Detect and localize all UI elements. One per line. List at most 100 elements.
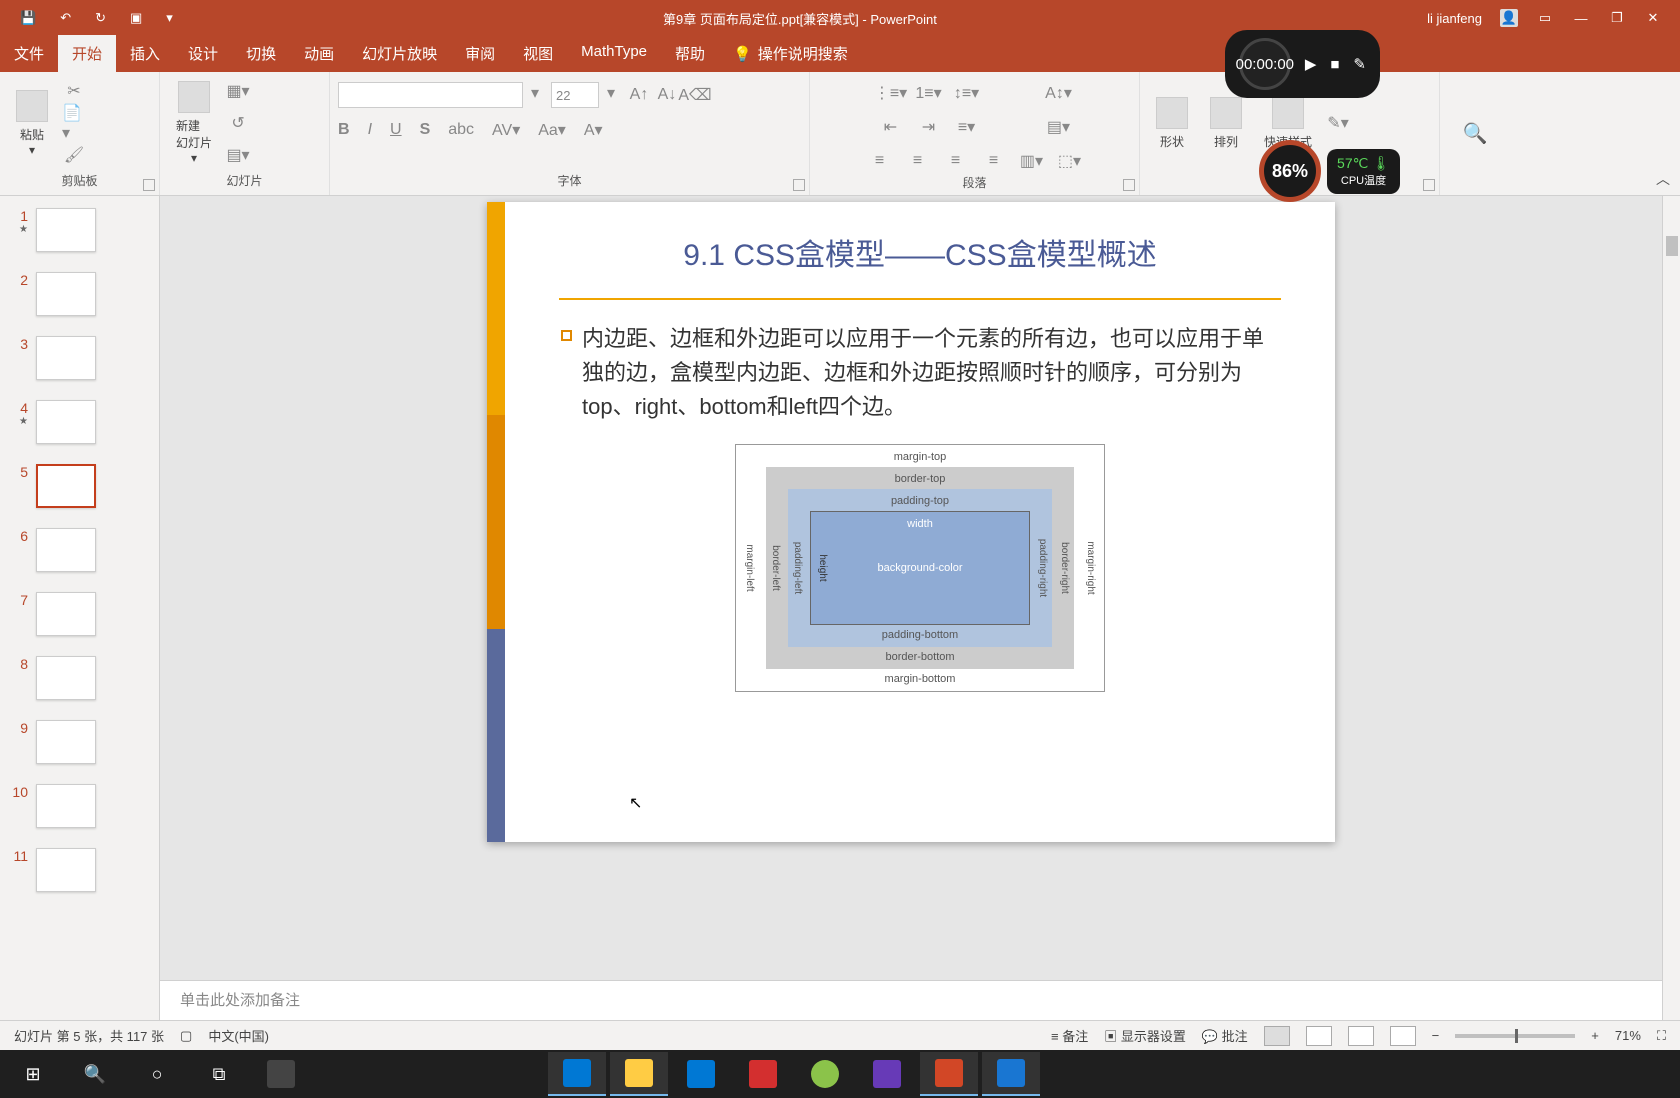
numbering-button[interactable]: 1≡▾ xyxy=(917,82,941,104)
present-from-start-icon[interactable]: ▣ xyxy=(130,10,142,26)
minimize-icon[interactable]: — xyxy=(1572,9,1590,27)
cpu-monitor-widget[interactable]: 86% 57℃ 🌡 CPU温度 xyxy=(1259,140,1400,202)
layout-icon[interactable]: ▦▾ xyxy=(226,80,250,102)
recorder-stop-icon[interactable]: ■ xyxy=(1330,56,1339,73)
search-button[interactable]: 🔍 xyxy=(66,1052,124,1096)
language-indicator[interactable]: 中文(中国) xyxy=(208,1026,269,1045)
save-icon[interactable]: 💾 xyxy=(20,10,36,26)
italic-button[interactable]: I xyxy=(368,121,372,139)
clear-format-icon[interactable]: A⌫ xyxy=(683,84,707,106)
underline-button[interactable]: U xyxy=(390,121,402,139)
slide-canvas[interactable]: 9.1 CSS盒模型——CSS盒模型概述 内边距、边框和外边距可以应用于一个元素… xyxy=(487,202,1335,842)
smartart-button[interactable]: ⬚▾ xyxy=(1058,150,1082,172)
menu-tab-帮助[interactable]: 帮助 xyxy=(661,35,719,72)
zoom-in-button[interactable]: + xyxy=(1591,1028,1599,1043)
zoom-level[interactable]: 71% xyxy=(1615,1028,1641,1043)
shadow-button[interactable]: S xyxy=(420,121,431,139)
section-icon[interactable]: ▤▾ xyxy=(226,144,250,166)
change-case-button[interactable]: Aa▾ xyxy=(538,120,566,140)
fit-to-window-button[interactable]: ⛶ xyxy=(1657,1028,1666,1044)
browser-app-icon[interactable] xyxy=(796,1052,854,1096)
ribbon-display-icon[interactable]: ▭ xyxy=(1536,9,1554,27)
accessibility-icon[interactable]: ▢ xyxy=(180,1028,192,1044)
redo-icon[interactable]: ↻ xyxy=(95,10,106,26)
normal-view-button[interactable] xyxy=(1264,1026,1290,1046)
paragraph-launcher-icon[interactable] xyxy=(1123,179,1135,191)
notes-input[interactable]: 单击此处添加备注 xyxy=(160,980,1662,1020)
arrange-button[interactable]: 排列 xyxy=(1202,93,1250,154)
sorter-view-button[interactable] xyxy=(1306,1026,1332,1046)
vertical-scrollbar[interactable] xyxy=(1662,196,1680,1020)
format-painter-icon[interactable]: 🖌 xyxy=(62,144,86,166)
scrollbar-thumb[interactable] xyxy=(1666,236,1678,256)
menu-tab-切换[interactable]: 切换 xyxy=(232,35,290,72)
box-model-diagram[interactable]: margin-top margin-left margin-right bord… xyxy=(735,444,1105,692)
align-center-button[interactable]: ≡ xyxy=(906,150,930,172)
cut-icon[interactable]: ✂ xyxy=(62,80,86,102)
clipboard-launcher-icon[interactable] xyxy=(143,179,155,191)
screen-recorder-widget[interactable]: 00:00:00 ▶ ■ ✎ xyxy=(1225,30,1380,98)
slide-thumb-1[interactable]: 1★ xyxy=(0,204,159,268)
slide-thumb-5[interactable]: 5 xyxy=(0,460,159,524)
decrease-indent-button[interactable]: ⇤ xyxy=(879,116,903,138)
slide-title[interactable]: 9.1 CSS盒模型——CSS盒模型概述 xyxy=(541,230,1299,288)
recorder-play-icon[interactable]: ▶ xyxy=(1305,55,1317,73)
chevron-down-icon[interactable]: ▾ xyxy=(191,151,197,165)
file-explorer-icon[interactable] xyxy=(610,1052,668,1096)
slide-thumb-7[interactable]: 7 xyxy=(0,588,159,652)
collapse-ribbon-icon[interactable]: ︿ xyxy=(1656,169,1670,189)
slide-counter[interactable]: 幻灯片 第 5 张，共 117 张 xyxy=(14,1026,164,1045)
tell-me-search[interactable]: 💡 操作说明搜索 xyxy=(719,35,862,72)
settings-app-icon[interactable] xyxy=(672,1052,730,1096)
shape-outline-button[interactable]: ✎▾ xyxy=(1326,112,1350,134)
chevron-down-icon[interactable]: ▾ xyxy=(29,143,35,157)
slide-thumb-11[interactable]: 11 xyxy=(0,844,159,908)
menu-tab-开始[interactable]: 开始 xyxy=(58,35,116,72)
menu-tab-视图[interactable]: 视图 xyxy=(509,35,567,72)
align-text-button[interactable]: ≡▾ xyxy=(955,116,979,138)
cortana-button[interactable]: ○ xyxy=(128,1052,186,1096)
reading-view-button[interactable] xyxy=(1348,1026,1374,1046)
user-name[interactable]: li jianfeng xyxy=(1427,11,1482,26)
edge-browser-icon[interactable] xyxy=(548,1052,606,1096)
new-slide-button[interactable]: 新建 幻灯片 ▾ xyxy=(168,77,220,169)
undo-icon[interactable]: ↶ xyxy=(60,10,71,26)
find-button[interactable]: 🔍 xyxy=(1463,121,1488,146)
line-spacing-button[interactable]: ↕≡▾ xyxy=(955,82,979,104)
youdao-app-icon[interactable] xyxy=(734,1052,792,1096)
app-spiral-icon[interactable] xyxy=(252,1052,310,1096)
display-settings-button[interactable]: ▣ 显示器设置 xyxy=(1104,1026,1186,1045)
bullets-button[interactable]: ⋮≡▾ xyxy=(879,82,903,104)
slide-thumb-8[interactable]: 8 xyxy=(0,652,159,716)
ide-app-icon[interactable] xyxy=(858,1052,916,1096)
slide-thumb-9[interactable]: 9 xyxy=(0,716,159,780)
menu-tab-审阅[interactable]: 审阅 xyxy=(451,35,509,72)
shapes-button[interactable]: 形状 xyxy=(1148,93,1196,154)
font-size-input[interactable] xyxy=(551,82,599,108)
notes-toggle[interactable]: ≡ 备注 xyxy=(1051,1026,1088,1045)
paste-button[interactable]: 粘贴 ▾ xyxy=(8,86,56,161)
char-spacing-button[interactable]: AV▾ xyxy=(492,120,520,140)
zoom-slider[interactable] xyxy=(1455,1034,1575,1038)
close-icon[interactable]: ✕ xyxy=(1644,9,1662,27)
slideshow-view-button[interactable] xyxy=(1390,1026,1416,1046)
slide-thumb-6[interactable]: 6 xyxy=(0,524,159,588)
menu-tab-MathType[interactable]: MathType xyxy=(567,35,661,72)
task-view-button[interactable]: ⧉ xyxy=(190,1052,248,1096)
align-right-button[interactable]: ≡ xyxy=(944,150,968,172)
comments-button[interactable]: 💬 批注 xyxy=(1202,1026,1248,1045)
columns-button[interactable]: ▥▾ xyxy=(1020,150,1044,172)
align-vertical-button[interactable]: ▤▾ xyxy=(1047,116,1071,138)
start-button[interactable]: ⊞ xyxy=(4,1052,62,1096)
slide-thumb-4[interactable]: 4★ xyxy=(0,396,159,460)
reset-icon[interactable]: ↺ xyxy=(226,112,250,134)
user-avatar-icon[interactable]: 👤 xyxy=(1500,9,1518,27)
align-left-button[interactable]: ≡ xyxy=(868,150,892,172)
bold-button[interactable]: B xyxy=(338,121,350,139)
increase-indent-button[interactable]: ⇥ xyxy=(917,116,941,138)
menu-tab-动画[interactable]: 动画 xyxy=(290,35,348,72)
recorder-app-icon[interactable] xyxy=(982,1052,1040,1096)
drawing-launcher-icon[interactable] xyxy=(1423,179,1435,191)
menu-tab-设计[interactable]: 设计 xyxy=(174,35,232,72)
font-name-input[interactable] xyxy=(338,82,523,108)
